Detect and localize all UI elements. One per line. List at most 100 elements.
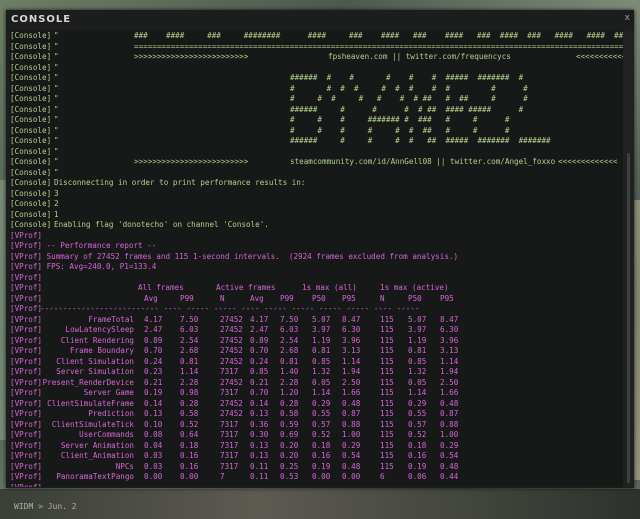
line-tag: [VProf] (10, 325, 43, 334)
row-value: 2.68 (180, 346, 199, 355)
console-line: [Console] " (10, 147, 623, 158)
line-text: ###### # # # # ## ##### ####### ####### (290, 136, 551, 145)
vprof-line: [VProf] Summary of 27452 frames and 115 … (10, 252, 623, 263)
row-value: 0.16 (312, 451, 331, 460)
row-value: 0.28 (180, 398, 199, 408)
close-icon[interactable]: x (625, 13, 630, 23)
row-value: 0.11 (250, 461, 269, 471)
row-value: 115 (380, 325, 394, 334)
row-value: 7317 (220, 367, 239, 376)
row-name: UserCommands (79, 430, 134, 439)
line-tag: [Console] (10, 157, 52, 166)
console-line: [Console] " # # # # # # ## # # # (10, 126, 623, 137)
group-header: Active frames (216, 283, 276, 292)
column-header: P95 (440, 293, 454, 303)
group-header: All frames (138, 283, 184, 292)
background-hud-strip: WIDM > Jun. 2 (0, 489, 640, 519)
row-value: 115 (380, 377, 394, 387)
vprof-text: [VProf] -- Performance report -- (10, 241, 157, 250)
console-line: [Console] " ==============================… (10, 42, 623, 53)
line-text: " (54, 115, 59, 124)
row-value: 0.58 (280, 409, 299, 418)
line-tag: [VProf] (10, 388, 43, 397)
line-tag: [VProf] (10, 356, 43, 366)
column-header: N (220, 293, 225, 303)
row-value: 1.14 (342, 356, 361, 366)
row-value: 0.04 (144, 440, 163, 450)
console-line: [Console] " >>>>>>>>>>>>>>>>>>>>>>>>> steam… (10, 157, 623, 168)
row-value: 0.48 (342, 398, 361, 408)
row-value: 0.87 (440, 409, 459, 418)
row-name: Server Game (83, 388, 134, 397)
row-value: 0.88 (342, 419, 361, 429)
vprof-table-row: [VProf] PanoramaTextPango 0.00 0.00 7 0.11 0.5… (10, 472, 623, 483)
row-value: 0.57 (408, 419, 427, 429)
row-value: 0.48 (440, 461, 459, 471)
line-text: # # # # # # ## # # # (290, 125, 510, 135)
console-window[interactable]: CONSOLE x [Console] " ### #### ### #######… (6, 10, 634, 488)
vprof-table-row: [VProf] Client_Animation 0.03 0.16 7317 0.13 0… (10, 451, 623, 462)
row-value: 0.70 (250, 346, 269, 355)
row-value: 0.52 (180, 419, 199, 429)
vprof-line: [VProf] (10, 231, 623, 242)
row-value: 0.20 (280, 440, 299, 450)
line-text: " (54, 136, 59, 145)
console-output[interactable]: [Console] " ### #### ### ######## #### ###… (10, 31, 623, 487)
row-value: 115 (380, 314, 394, 324)
column-header: Avg (144, 293, 158, 303)
line-tag: [VProf] (10, 430, 43, 439)
vprof-table-row: [VProf] UserCommands 0.08 0.64 7317 0.30 0.69 0… (10, 430, 623, 441)
line-tag: [VProf] (10, 367, 43, 376)
row-value: 1.94 (440, 367, 459, 376)
row-name: LowLatencySleep (65, 325, 134, 334)
line-tag: [Console] (10, 104, 52, 114)
row-value: 0.19 (312, 461, 331, 471)
row-name: Present_RenderDevice (42, 377, 134, 387)
row-value: 0.13 (250, 451, 269, 460)
row-value: 0.20 (280, 451, 299, 460)
console-scrollbar[interactable] (623, 31, 634, 487)
row-value: 0.13 (144, 409, 163, 418)
line-text: steamcommunity.com/id/AnnGell08 || twitt… (290, 157, 556, 166)
row-value: 0.81 (280, 356, 299, 366)
line-text: " (54, 62, 59, 72)
row-value: 1.14 (312, 388, 331, 397)
line-text: ###### # # # # ## #### ##### # (290, 104, 524, 114)
vprof-text: [VProf] FPS: Avg=240.0, P1=133.4 (10, 262, 157, 271)
row-value: 0.06 (408, 472, 427, 481)
row-value: 27452 (220, 335, 243, 345)
row-name: Server Simulation (56, 367, 134, 376)
row-value: 115 (380, 356, 394, 366)
line-text: " (54, 157, 59, 166)
row-value: 0.29 (440, 440, 459, 450)
row-name: Client Rendering (60, 335, 134, 345)
row-value: 0.13 (250, 409, 269, 418)
line-text: " (54, 125, 59, 135)
row-value: 7317 (220, 430, 239, 439)
group-header: 1s max (all) (302, 283, 357, 292)
row-value: 4.17 (250, 314, 269, 324)
scrollbar-thumb[interactable] (627, 153, 630, 483)
row-value: 0.88 (440, 419, 459, 429)
row-value: 5.07 (408, 314, 427, 324)
vprof-table-row: [VProf] Server Animation 0.04 0.18 7317 0.13 0… (10, 441, 623, 452)
line-tag: [VProf] (10, 440, 43, 450)
line-tag: [Console] (10, 220, 52, 229)
row-name: ClientSimulateFrame (47, 398, 134, 408)
console-titlebar[interactable]: CONSOLE x (6, 10, 634, 30)
row-value: 3.97 (408, 325, 427, 334)
row-value: 0.59 (280, 419, 299, 429)
row-name: Prediction (88, 409, 134, 418)
row-value: 2.28 (280, 377, 299, 387)
row-value: 0.05 (408, 377, 427, 387)
line-tag: [VProf] (10, 419, 43, 429)
console-title: CONSOLE (11, 14, 72, 25)
line-tag: [Console] (10, 73, 52, 82)
column-header: N (380, 293, 385, 303)
row-value: 2.54 (280, 335, 299, 345)
row-value: 0.70 (144, 346, 163, 355)
row-value: 6.30 (342, 325, 361, 334)
line-text: fpsheaven.com || twitter.com/frequencycs (328, 52, 511, 61)
row-value: 0.05 (312, 377, 331, 387)
row-value: 3.96 (342, 335, 361, 345)
